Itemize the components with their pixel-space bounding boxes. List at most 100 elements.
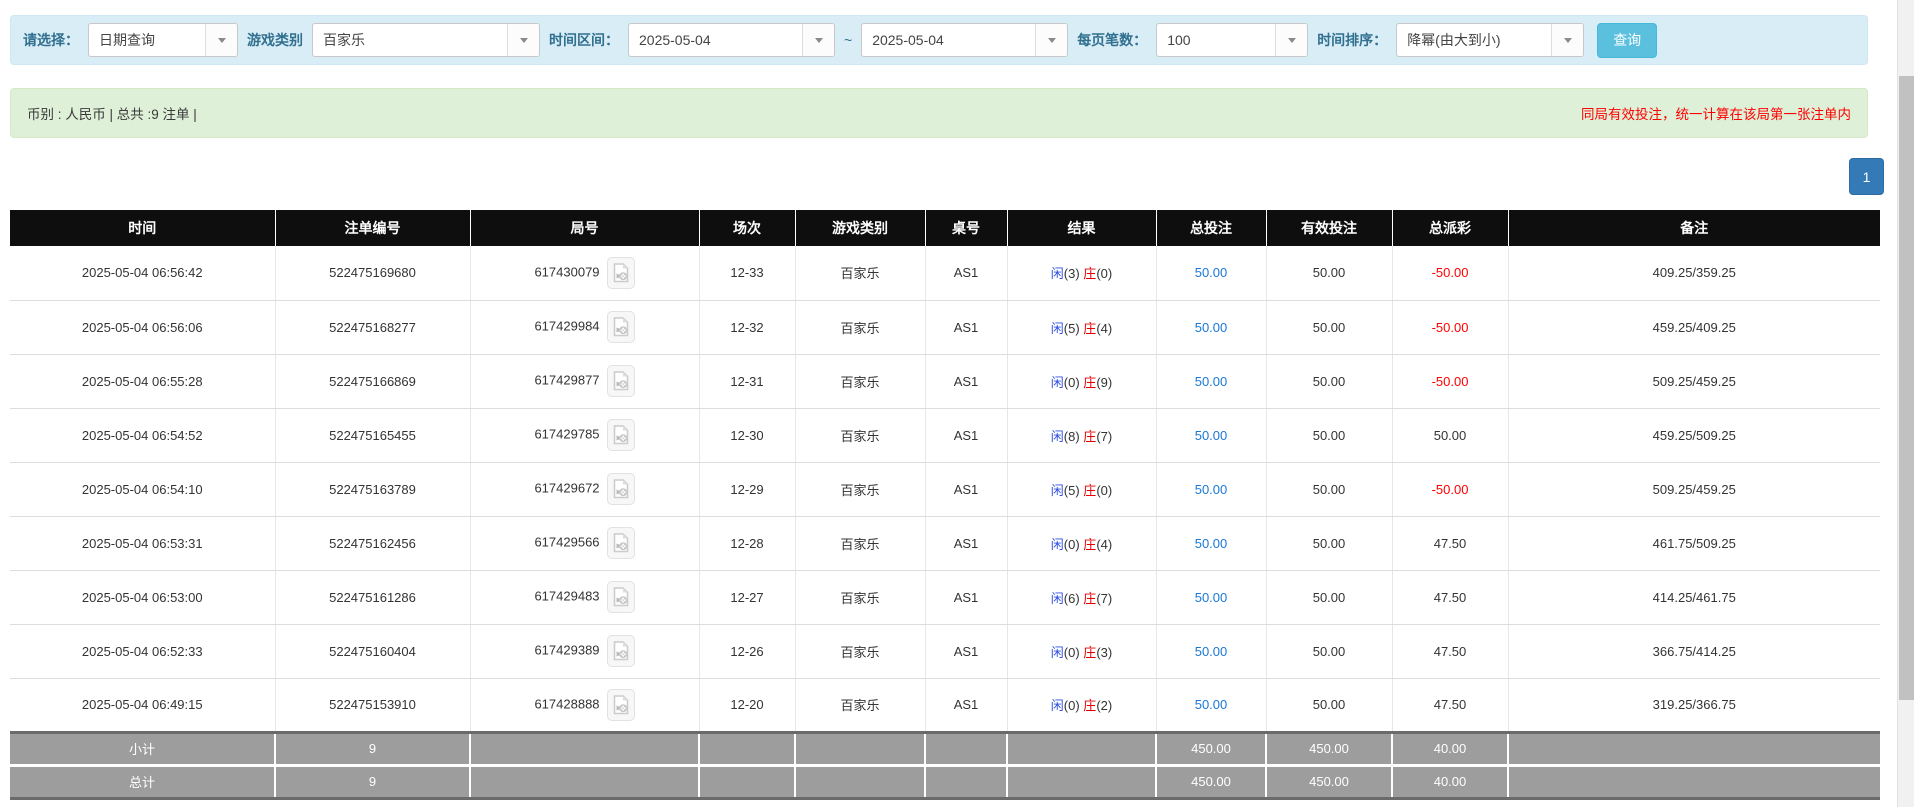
summary-cell-total_bet: 450.00 xyxy=(1156,732,1266,765)
summary-cell-valid_bet: 450.00 xyxy=(1266,765,1392,798)
cell-remark: 509.25/459.25 xyxy=(1508,462,1880,516)
summary-cell-remark xyxy=(1508,732,1880,765)
video-replay-button[interactable] xyxy=(607,257,635,289)
cell-time: 2025-05-04 06:55:28 xyxy=(10,354,275,408)
cell-session: 12-32 xyxy=(699,300,795,354)
summary-cell-time: 小计 xyxy=(10,732,275,765)
video-replay-button[interactable] xyxy=(607,689,635,721)
result-banker-points: (3) xyxy=(1096,645,1112,660)
video-replay-icon xyxy=(613,587,629,607)
cell-remark: 409.25/359.25 xyxy=(1508,246,1880,300)
pagination: 1 xyxy=(1849,158,1884,195)
filter-bar: 请选择： 日期查询 游戏类别 百家乐 时间区间： 2025-05-04 ~ 20… xyxy=(10,15,1868,65)
video-replay-button[interactable] xyxy=(607,635,635,667)
cell-payout: -50.00 xyxy=(1392,300,1508,354)
cell-total_bet: 50.00 xyxy=(1156,354,1266,408)
column-header-session: 场次 xyxy=(699,210,795,246)
result-player-points: (0) xyxy=(1064,537,1084,552)
result-banker-label: 庄 xyxy=(1083,645,1096,660)
table-row: 2025-05-04 06:54:52522475165455617429785… xyxy=(10,408,1880,462)
summary-cell-result xyxy=(1007,765,1156,798)
cell-session: 12-27 xyxy=(699,570,795,624)
table-row: 2025-05-04 06:49:15522475153910617428888… xyxy=(10,678,1880,732)
table-row: 2025-05-04 06:55:28522475166869617429877… xyxy=(10,354,1880,408)
cell-game_type: 百家乐 xyxy=(795,354,925,408)
date-from-select[interactable]: 2025-05-04 xyxy=(628,23,835,57)
video-replay-button[interactable] xyxy=(607,365,635,397)
cell-game_type: 百家乐 xyxy=(795,246,925,300)
column-header-game_type: 游戏类别 xyxy=(795,210,925,246)
chevron-down-icon[interactable] xyxy=(1035,24,1067,56)
cell-payout: -50.00 xyxy=(1392,246,1508,300)
date-to-value: 2025-05-04 xyxy=(862,32,1035,48)
cell-table_no: AS1 xyxy=(925,516,1007,570)
summary-cell-bet_no: 9 xyxy=(275,765,470,798)
video-replay-button[interactable] xyxy=(607,419,635,451)
video-replay-icon xyxy=(613,425,629,445)
date-to-select[interactable]: 2025-05-04 xyxy=(861,23,1068,57)
table-header-row: 时间注单编号局号场次游戏类别桌号结果总投注有效投注总派彩备注 xyxy=(10,210,1880,246)
result-player-points: (0) xyxy=(1064,375,1084,390)
summary-bar: 币别 : 人民币 | 总共 :9 注单 | 同局有效投注，统一计算在该局第一张注… xyxy=(10,88,1868,138)
summary-cell-table_no xyxy=(925,765,1007,798)
result-banker-points: (4) xyxy=(1096,537,1112,552)
cell-game_type: 百家乐 xyxy=(795,678,925,732)
result-banker-label: 庄 xyxy=(1083,375,1096,390)
cell-total_bet: 50.00 xyxy=(1156,462,1266,516)
cell-payout: 47.50 xyxy=(1392,516,1508,570)
chevron-down-icon[interactable] xyxy=(802,24,834,56)
cell-time: 2025-05-04 06:56:06 xyxy=(10,300,275,354)
cell-payout: 47.50 xyxy=(1392,678,1508,732)
cell-total_bet: 50.00 xyxy=(1156,408,1266,462)
result-player-label: 闲 xyxy=(1051,483,1064,498)
query-button[interactable]: 查询 xyxy=(1597,23,1657,58)
cell-session: 12-28 xyxy=(699,516,795,570)
cell-bet_no: 522475153910 xyxy=(275,678,470,732)
chevron-down-icon[interactable] xyxy=(1275,24,1307,56)
result-banker-points: (7) xyxy=(1096,429,1112,444)
table-row: 2025-05-04 06:53:00522475161286617429483… xyxy=(10,570,1880,624)
result-player-label: 闲 xyxy=(1051,266,1064,281)
video-replay-button[interactable] xyxy=(607,527,635,559)
summary-cell-round_no xyxy=(470,732,699,765)
chevron-down-icon[interactable] xyxy=(1551,24,1583,56)
round-number: 617429785 xyxy=(534,426,599,441)
summary-cell-result xyxy=(1007,732,1156,765)
cell-remark: 461.75/509.25 xyxy=(1508,516,1880,570)
result-player-points: (0) xyxy=(1064,698,1084,713)
cell-result: 闲(8) 庄(7) xyxy=(1007,408,1156,462)
round-number: 617429877 xyxy=(534,372,599,387)
time-sort-select[interactable]: 降幂(由大到小) xyxy=(1396,23,1584,57)
cell-remark: 459.25/409.25 xyxy=(1508,300,1880,354)
query-type-select[interactable]: 日期查询 xyxy=(88,23,238,57)
video-replay-button[interactable] xyxy=(607,311,635,343)
cell-table_no: AS1 xyxy=(925,246,1007,300)
cell-valid_bet: 50.00 xyxy=(1266,624,1392,678)
result-player-points: (0) xyxy=(1064,645,1084,660)
cell-table_no: AS1 xyxy=(925,678,1007,732)
pagination-page-1[interactable]: 1 xyxy=(1849,158,1884,195)
page-size-select[interactable]: 100 xyxy=(1156,23,1308,57)
round-number: 617429984 xyxy=(534,318,599,333)
cell-result: 闲(0) 庄(9) xyxy=(1007,354,1156,408)
summary-cell-remark xyxy=(1508,765,1880,798)
chevron-down-icon[interactable] xyxy=(507,24,539,56)
result-banker-points: (7) xyxy=(1096,591,1112,606)
scrollbar-thumb[interactable] xyxy=(1899,76,1914,700)
column-header-result: 结果 xyxy=(1007,210,1156,246)
cell-time: 2025-05-04 06:56:42 xyxy=(10,246,275,300)
time-sort-label: 时间排序： xyxy=(1317,30,1387,50)
vertical-scrollbar[interactable] xyxy=(1897,0,1914,807)
video-replay-button[interactable] xyxy=(607,473,635,505)
cell-round_no: 617429984 xyxy=(470,300,699,354)
game-category-value: 百家乐 xyxy=(313,30,507,50)
round-number: 617429566 xyxy=(534,534,599,549)
video-replay-button[interactable] xyxy=(607,581,635,613)
summary-cell-total_bet: 450.00 xyxy=(1156,765,1266,798)
chevron-down-icon[interactable] xyxy=(205,24,237,56)
cell-table_no: AS1 xyxy=(925,354,1007,408)
cell-bet_no: 522475163789 xyxy=(275,462,470,516)
cell-payout: 50.00 xyxy=(1392,408,1508,462)
cell-round_no: 617430079 xyxy=(470,246,699,300)
game-category-select[interactable]: 百家乐 xyxy=(312,23,540,57)
